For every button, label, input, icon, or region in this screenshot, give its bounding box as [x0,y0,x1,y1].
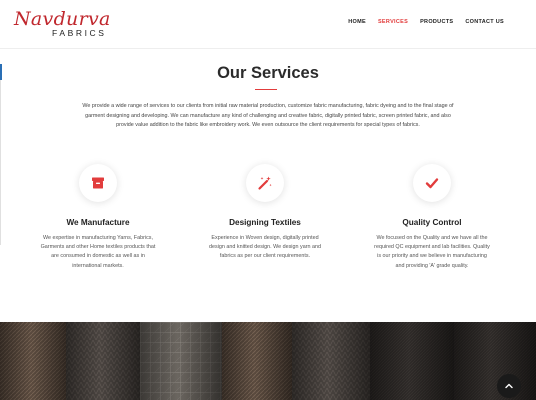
magic-wand-icon [246,164,284,202]
fabric-rolls-picture [0,322,536,400]
logo-subtitle: FABRICS [52,28,107,38]
service-description: Experience in Woven design, digitally pr… [209,235,321,260]
fabric-rolls-image [0,322,536,400]
service-description: We focused on the Quality and we have al… [374,235,490,269]
scroll-to-top-button[interactable] [497,374,521,398]
nav-contact-us[interactable]: CONTACT US [465,19,504,25]
site-header: Navdurva FABRICS HOME SERVICES PRODUCTS … [0,0,536,48]
service-card-manufacture: We Manufacture We expertise in manufactu… [18,164,178,271]
main-nav: HOME SERVICES PRODUCTS CONTACT US [348,19,504,25]
service-description: We expertise in manufacturing Yarns, Fab… [40,235,156,269]
nav-home[interactable]: HOME [348,19,366,25]
services-intro: We provide a wide range of services to o… [82,103,454,129]
service-card-quality: Quality Control We focused on the Qualit… [352,164,512,271]
header-divider [0,48,536,49]
checkmark-icon [413,164,451,202]
nav-services[interactable]: SERVICES [378,19,408,25]
logo-script-text: Navdurva [14,8,111,30]
chevron-up-icon [505,383,513,389]
service-title: Quality Control [402,218,462,227]
service-title: We Manufacture [66,218,130,227]
archive-box-icon [79,164,117,202]
service-card-designing: Designing Textiles Experience in Woven d… [185,164,345,262]
left-edge-line [0,80,1,245]
section-title: Our Services [217,64,319,82]
logo[interactable]: Navdurva FABRICS [14,8,114,42]
nav-products[interactable]: PRODUCTS [420,19,453,25]
service-title: Designing Textiles [229,218,301,227]
title-underline [255,89,277,90]
